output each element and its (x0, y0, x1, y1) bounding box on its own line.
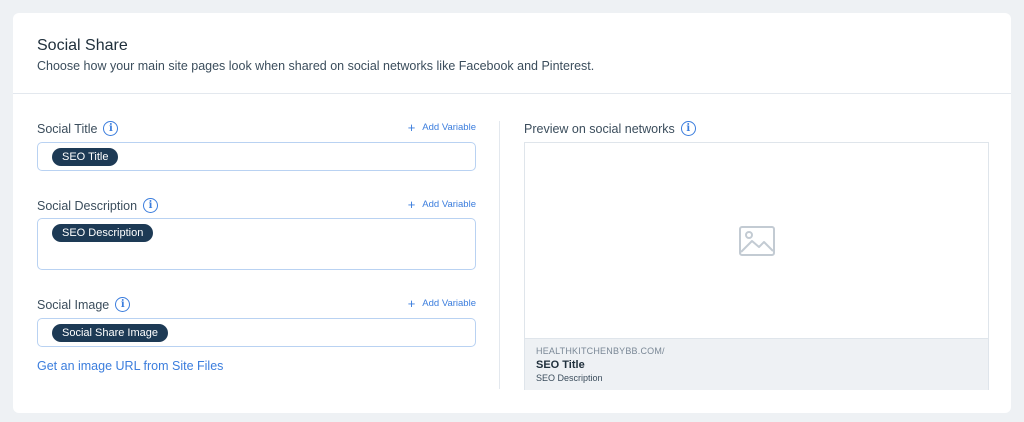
column-divider (499, 121, 500, 389)
seo-title-variable-chip[interactable]: SEO Title (52, 148, 119, 166)
social-preview-card: HEALTHKITCHENBYBB.COM/ SEO Title SEO Des… (524, 142, 989, 390)
social-description-input[interactable]: SEO Description (37, 218, 476, 270)
social-share-image-variable-chip[interactable]: Social Share Image (52, 324, 168, 342)
add-variable-label: Add Variable (422, 199, 476, 210)
social-description-label: Social Description i (37, 198, 159, 213)
preview-domain: HEALTHKITCHENBYBB.COM/ (536, 346, 665, 356)
preview-title: SEO Title (536, 359, 585, 371)
image-placeholder-icon (738, 225, 775, 256)
social-title-input[interactable]: SEO Title (37, 142, 476, 171)
social-share-card: Social Share Choose how your main site p… (13, 13, 1011, 413)
add-variable-label: Add Variable (422, 298, 476, 309)
preview-label-text: Preview on social networks (524, 121, 675, 136)
info-icon[interactable]: i (103, 121, 119, 136)
info-icon[interactable]: i (680, 121, 696, 136)
section-subtitle: Choose how your main site pages look whe… (37, 59, 595, 73)
social-image-input[interactable]: Social Share Image (37, 318, 476, 347)
preview-meta: HEALTHKITCHENBYBB.COM/ SEO Title SEO Des… (525, 338, 988, 390)
section-title: Social Share (37, 37, 128, 54)
add-variable-label: Add Variable (422, 122, 476, 133)
info-icon[interactable]: i (143, 198, 159, 213)
social-description-label-text: Social Description (37, 198, 138, 213)
preview-label: Preview on social networks i (524, 121, 696, 136)
social-image-label: Social Image i (37, 297, 131, 312)
preview-description: SEO Description (536, 373, 603, 383)
plus-icon: + (407, 197, 416, 212)
social-description-add-variable-button[interactable]: + Add Variable (408, 198, 476, 211)
social-image-add-variable-button[interactable]: + Add Variable (408, 297, 476, 310)
seo-description-variable-chip[interactable]: SEO Description (52, 224, 154, 242)
social-title-label-text: Social Title (37, 121, 98, 136)
preview-image-area (525, 143, 988, 338)
info-icon[interactable]: i (115, 297, 131, 312)
social-image-label-text: Social Image (37, 297, 110, 312)
card-header: Social Share Choose how your main site p… (13, 13, 1011, 94)
plus-icon: + (407, 296, 416, 311)
social-title-add-variable-button[interactable]: + Add Variable (408, 121, 476, 134)
social-title-label: Social Title i (37, 121, 119, 136)
site-files-link[interactable]: Get an image URL from Site Files (37, 359, 223, 373)
plus-icon: + (407, 120, 416, 135)
